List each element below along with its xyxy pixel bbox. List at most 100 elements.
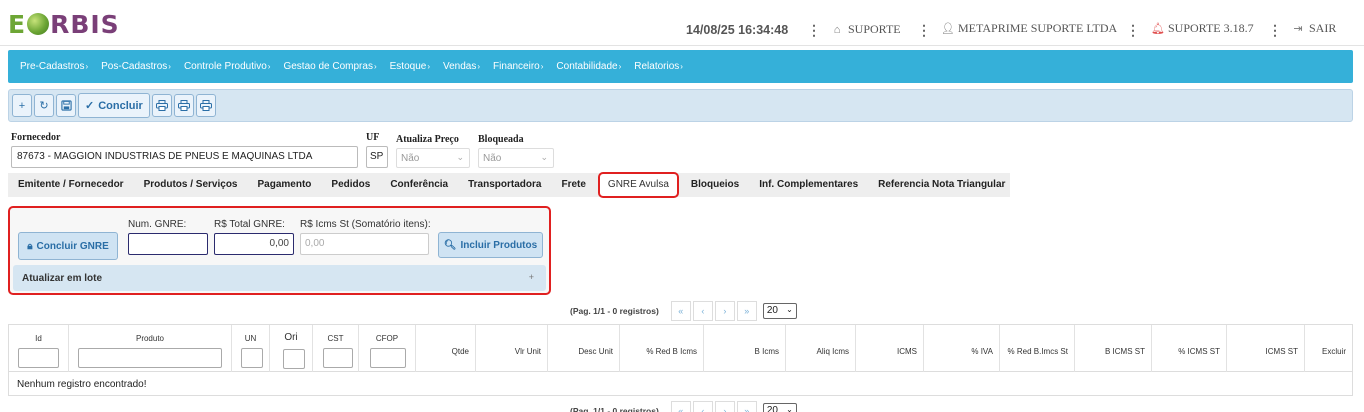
tab-transportadora[interactable]: Transportadora — [458, 173, 551, 197]
next-page-button[interactable]: › — [714, 401, 735, 412]
column-excluir: Excluir — [1305, 325, 1352, 373]
update-price-select[interactable]: Não ⌄ — [396, 148, 470, 168]
uf-field[interactable]: SP — [366, 146, 388, 168]
rows-per-page-select[interactable]: 20 ⌄ — [762, 303, 797, 319]
menu-item-contabilidade[interactable]: Contabilidade› — [556, 61, 621, 72]
menu-item-relatorios[interactable]: Relatorios› — [634, 61, 683, 72]
tab-bloqueios[interactable]: Bloqueios — [681, 173, 749, 197]
menu-item-financeiro[interactable]: Financeiro› — [493, 61, 543, 72]
menu-item-pos-cadastros[interactable]: Pos-Cadastros› — [101, 61, 171, 72]
filter-cfop-input[interactable] — [370, 348, 406, 368]
blocked-select[interactable]: Não ⌄ — [478, 148, 554, 168]
filter-cst-input[interactable] — [323, 348, 353, 368]
tab-bar: Emitente / Fornecedor Produtos / Serviço… — [8, 172, 1010, 198]
supplier-label: Fornecedor — [11, 132, 61, 143]
print-button[interactable] — [151, 94, 172, 117]
num-gnre-label: Num. GNRE: — [128, 219, 187, 230]
first-page-button[interactable]: « — [670, 401, 691, 412]
conclude-gnre-button[interactable]: 🔒︎ Concluir GNRE — [18, 232, 118, 260]
company-link[interactable]: 👤︎ METAPRIME SUPORTE LTDA — [941, 21, 1117, 36]
save-button[interactable] — [56, 94, 76, 117]
kebab-menu-icon[interactable]: ⋮ — [807, 22, 821, 39]
column-header: Ori — [284, 332, 298, 343]
menu-item-estoque[interactable]: Estoque› — [390, 61, 430, 72]
eorbis-logo[interactable]: E RBIS — [8, 9, 120, 39]
total-gnre-input[interactable]: 0,00 — [214, 233, 294, 255]
column-produto: Produto — [69, 325, 232, 373]
empty-grid-message: Nenhum registro encontrado! — [8, 372, 1353, 396]
printer-icon — [177, 100, 190, 111]
tab-referencia-nota-triangular[interactable]: Referencia Nota Triangular — [868, 173, 1015, 197]
column-header: ICMS — [897, 347, 917, 356]
kebab-menu-icon[interactable]: ⋮ — [1268, 22, 1282, 39]
tab-produtos-servicos[interactable]: Produtos / Serviços — [134, 173, 248, 197]
tab-pedidos[interactable]: Pedidos — [321, 173, 380, 197]
main-menu-bar: Pre-Cadastros› Pos-Cadastros› Controle P… — [8, 50, 1353, 83]
filter-un-input[interactable] — [241, 348, 263, 368]
menu-item-vendas[interactable]: Vendas› — [443, 61, 480, 72]
conclude-label: Concluir — [98, 99, 143, 112]
batch-update-accordion[interactable]: Atualizar em lote + — [13, 265, 546, 291]
tab-emitente-fornecedor[interactable]: Emitente / Fornecedor — [8, 173, 134, 197]
last-page-button[interactable]: » — [736, 401, 757, 412]
refresh-button[interactable]: ↻ — [34, 94, 54, 117]
total-gnre-label: R$ Total GNRE: — [214, 219, 285, 230]
exit-link[interactable]: ⇥ SAIR — [1292, 21, 1336, 36]
column-desc-unit: Desc Unit — [548, 325, 620, 373]
kebab-menu-icon[interactable]: ⋮ — [1126, 22, 1140, 39]
menu-item-controle-produtivo[interactable]: Controle Produtivo› — [184, 61, 271, 72]
column-qtde: Qtde — [416, 325, 476, 373]
current-datetime: 14/08/25 16:34:48 — [686, 23, 789, 37]
column-cst: CST — [313, 325, 359, 373]
version-link[interactable]: 🔔︎ SUPORTE 3.18.7 — [1151, 21, 1254, 36]
home-icon: ⌂ — [833, 23, 841, 36]
last-page-button[interactable]: » — [736, 301, 757, 321]
menu-item-gestao-de-compras[interactable]: Gestao de Compras› — [283, 61, 376, 72]
add-button[interactable]: + — [12, 94, 32, 117]
prev-page-button[interactable]: ‹ — [692, 301, 713, 321]
include-products-label: Incluir Produtos — [460, 239, 538, 251]
action-toolbar: + ↻ ✓ Concluir — [8, 89, 1353, 122]
print-button[interactable] — [195, 94, 216, 117]
printer-icon — [199, 100, 212, 111]
column-id: Id — [9, 325, 69, 373]
exit-label: SAIR — [1309, 21, 1337, 35]
rows-per-page-select[interactable]: 20 ⌄ — [762, 403, 797, 412]
supplier-field[interactable]: 87673 - MAGGION INDUSTRIAS DE PNEUS E MA… — [11, 146, 358, 168]
prev-page-button[interactable]: ‹ — [692, 401, 713, 412]
filter-produto-input[interactable] — [78, 348, 222, 368]
filter-ori-input[interactable] — [283, 349, 305, 369]
tab-pagamento[interactable]: Pagamento — [248, 173, 322, 197]
tab-frete[interactable]: Frete — [551, 173, 595, 197]
sign-out-icon: ⇥ — [1293, 22, 1303, 35]
num-gnre-input[interactable] — [128, 233, 208, 255]
column-header: UN — [244, 334, 257, 343]
column-header: % IVA — [971, 347, 993, 356]
tab-conferencia[interactable]: Conferência — [380, 173, 458, 197]
print-button[interactable] — [173, 94, 194, 117]
tab-gnre-avulsa[interactable]: GNRE Avulsa — [597, 172, 679, 198]
column-red-b-icms: % Red B Icms — [620, 325, 704, 373]
filter-id-input[interactable] — [18, 348, 59, 368]
next-page-button[interactable]: › — [714, 301, 735, 321]
uf-label: UF — [366, 132, 380, 143]
update-price-value: Não — [401, 153, 420, 164]
conclude-button[interactable]: ✓ Concluir — [78, 93, 150, 118]
chevron-down-icon: ⌄ — [786, 305, 793, 314]
rows-per-page-value: 20 — [766, 305, 778, 316]
support-link[interactable]: ⌂ SUPORTE — [831, 22, 901, 37]
include-products-button[interactable]: 🔍︎ Incluir Produtos — [438, 232, 543, 258]
pagination-info: (Pag. 1/1 - 0 registros) — [570, 306, 659, 316]
column-b-icms-st: B ICMS ST — [1075, 325, 1152, 373]
first-page-button[interactable]: « — [670, 301, 691, 321]
company-label: METAPRIME SUPORTE LTDA — [958, 21, 1118, 35]
column-un: UN — [232, 325, 270, 373]
gnre-panel: 🔒︎ Concluir GNRE Num. GNRE: R$ Total GNR… — [8, 206, 551, 295]
kebab-menu-icon[interactable]: ⋮ — [917, 22, 931, 39]
menu-item-pre-cadastros[interactable]: Pre-Cadastros› — [20, 61, 88, 72]
tab-inf-complementares[interactable]: Inf. Complementares — [749, 173, 868, 197]
pagination-bottom: (Pag. 1/1 - 0 registros) « ‹ › » 20 ⌄ — [570, 401, 797, 412]
user-icon: 👤︎ — [941, 22, 955, 35]
plus-icon: + — [18, 99, 26, 112]
blocked-label: Bloqueada — [478, 134, 524, 145]
